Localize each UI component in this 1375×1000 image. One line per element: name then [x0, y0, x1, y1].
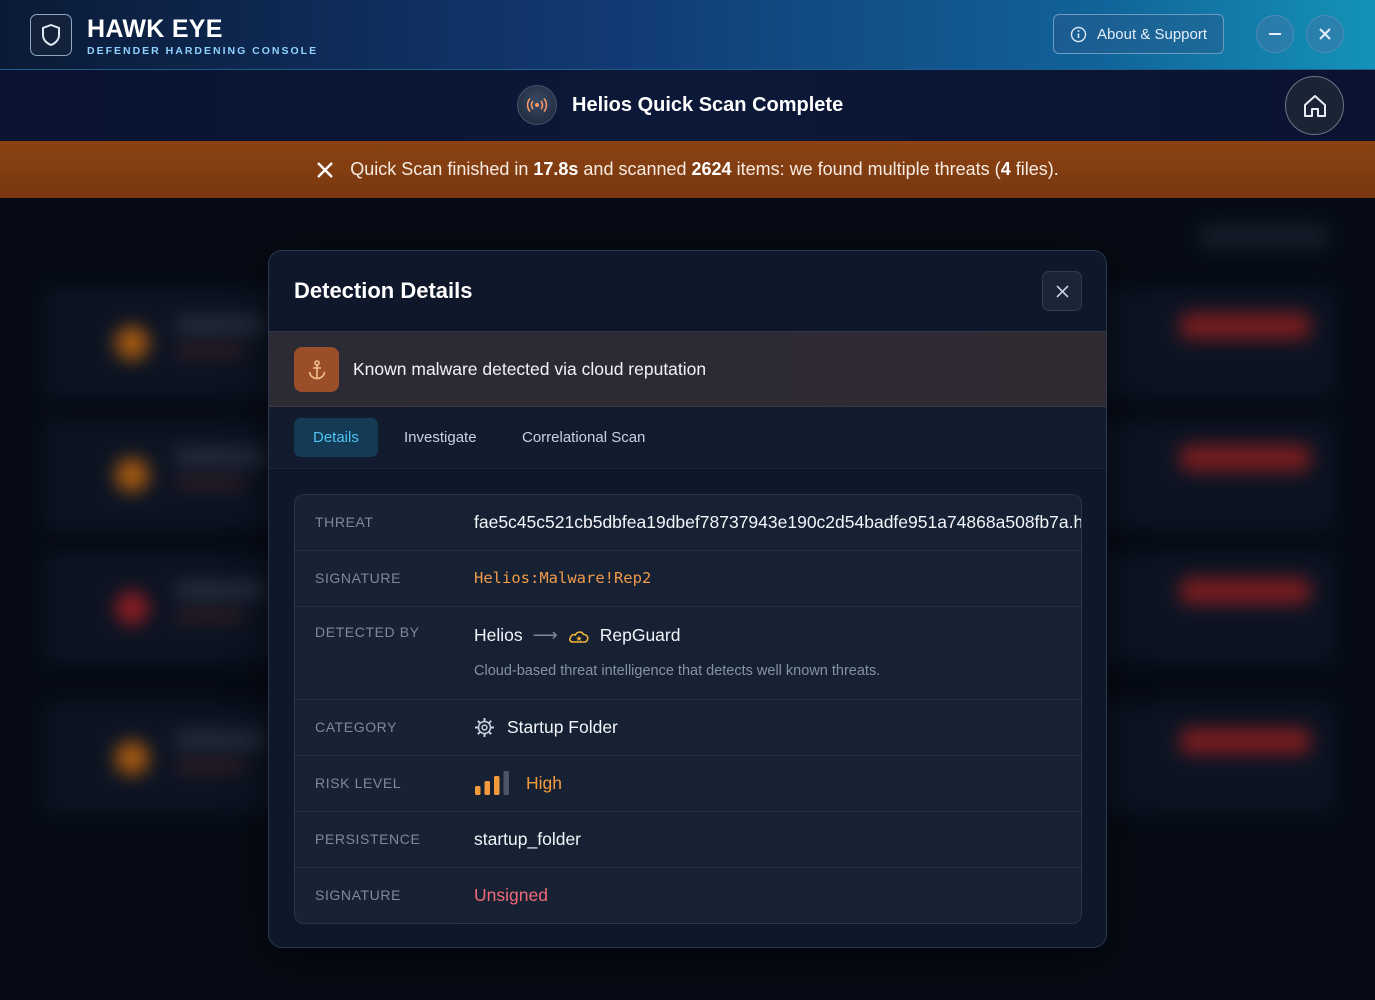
risk-level-value: High	[455, 756, 1081, 811]
threat-label: THREAT	[295, 495, 455, 550]
x-icon	[317, 161, 334, 178]
dialog-close-button[interactable]	[1042, 271, 1082, 311]
gear-icon	[475, 717, 494, 737]
app-title: HAWK EYE	[87, 15, 223, 43]
signal-bars-icon	[475, 771, 509, 795]
detection-module: RepGuard	[599, 625, 681, 645]
persistence-row: PERSISTENCE startup_folder	[295, 812, 1081, 868]
arrow-right-icon: ⟶	[532, 625, 558, 645]
shield-icon	[30, 14, 72, 56]
about-support-button[interactable]: About & Support	[1053, 14, 1224, 54]
signature-value: Helios:Malware!Rep2	[455, 551, 1081, 606]
close-window-button[interactable]	[1306, 15, 1344, 53]
scanned-items-count: 2624	[691, 159, 732, 179]
detection-summary: Known malware detected via cloud reputat…	[269, 331, 1106, 407]
details-table: THREAT fae5c45c521cb5dbfea19dbef78737943…	[294, 494, 1082, 924]
detected-by-label: DETECTED BY	[295, 607, 455, 699]
category-text: Startup Folder	[507, 716, 618, 737]
detected-by-row: DETECTED BY Helios ⟶ RepGuard Cloud-base…	[295, 607, 1081, 700]
radar-broadcast-icon	[517, 85, 557, 125]
minimize-button[interactable]	[1256, 15, 1294, 53]
risk-level-text: High	[526, 772, 562, 793]
risk-level-label: RISK LEVEL	[295, 756, 455, 811]
detection-engine: Helios	[474, 625, 523, 645]
scan-header: Helios Quick Scan Complete	[0, 70, 1375, 141]
scan-result-banner: Quick Scan finished in 17.8s and scanned…	[0, 141, 1375, 198]
info-icon	[1070, 26, 1087, 42]
persistence-label: PERSISTENCE	[295, 812, 455, 867]
signing-row: SIGNATURE Unsigned	[295, 868, 1081, 923]
scan-duration: 17.8s	[533, 159, 579, 179]
risk-bar	[494, 776, 500, 795]
signature-label: SIGNATURE	[295, 551, 455, 606]
module-description: Cloud-based threat intelligence that det…	[474, 663, 881, 679]
anchor-icon	[294, 347, 339, 392]
threat-row: THREAT fae5c45c521cb5dbfea19dbef78737943…	[295, 495, 1081, 551]
signing-label: SIGNATURE	[295, 868, 455, 923]
minus-icon	[1269, 33, 1281, 35]
detection-summary-text: Known malware detected via cloud reputat…	[353, 359, 707, 379]
risk-bar	[475, 786, 481, 795]
risk-bar	[503, 771, 509, 795]
about-support-label: About & Support	[1096, 25, 1208, 43]
category-value: Startup Folder	[455, 700, 1081, 755]
app-subtitle: DEFENDER HARDENING CONSOLE	[87, 45, 319, 57]
threat-value: fae5c45c521cb5dbfea19dbef78737943e190c2d…	[455, 495, 1081, 550]
detected-by-value: Helios ⟶ RepGuard Cloud-based threat int…	[455, 607, 1081, 699]
close-icon	[1319, 28, 1331, 40]
title-bar: HAWK EYE DEFENDER HARDENING CONSOLE Abou…	[0, 0, 1375, 70]
tab-details[interactable]: Details	[294, 418, 378, 457]
dialog-title: Detection Details	[294, 278, 473, 303]
detail-tabs: Details Investigate Correlational Scan	[269, 407, 1106, 469]
close-icon	[1055, 284, 1069, 298]
banner-message: Quick Scan finished in 17.8s and scanned…	[350, 159, 1059, 179]
cloud-star-icon	[568, 630, 589, 643]
tab-correlational-scan[interactable]: Correlational Scan	[503, 418, 664, 457]
threat-files-count: 4	[1000, 159, 1011, 179]
tab-investigate[interactable]: Investigate	[385, 418, 496, 457]
scan-title: Helios Quick Scan Complete	[572, 94, 844, 116]
category-label: CATEGORY	[295, 700, 455, 755]
category-row: CATEGORY Startup Folder	[295, 700, 1081, 756]
persistence-value: startup_folder	[455, 812, 1081, 867]
home-button[interactable]	[1285, 76, 1344, 135]
home-icon	[1303, 94, 1326, 117]
risk-level-row: RISK LEVEL High	[295, 756, 1081, 812]
detection-details-dialog: Detection Details Known malware detected…	[268, 250, 1107, 948]
signature-row: SIGNATURE Helios:Malware!Rep2	[295, 551, 1081, 607]
signing-value: Unsigned	[455, 868, 1081, 923]
risk-bar	[484, 781, 490, 795]
